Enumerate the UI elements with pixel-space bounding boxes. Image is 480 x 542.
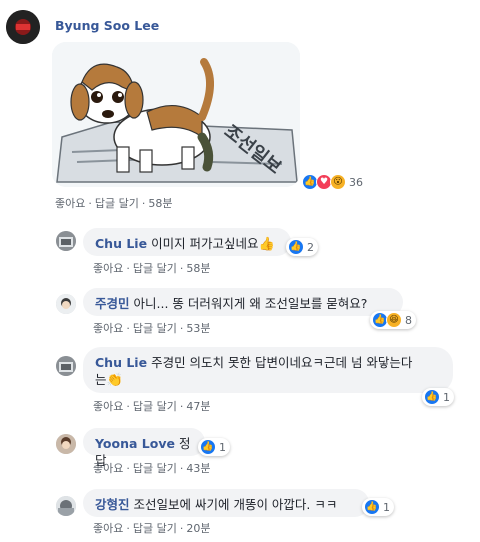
avatar-yoona-love[interactable] [56, 434, 76, 454]
like-icon: 👍 [364, 499, 380, 515]
reply-actions: 좋아요 · 답글 달기 · 53분 [93, 322, 211, 335]
reply-link[interactable]: 답글 달기 [133, 522, 177, 535]
reply-text: 주경민 의도치 못한 답변이네요ㅋ근데 넘 와닿는다 [151, 355, 413, 370]
avatar-chu-lie[interactable] [56, 231, 76, 251]
reply-author[interactable]: Chu Lie [95, 236, 147, 251]
like-link[interactable]: 좋아요 [93, 522, 123, 535]
reply-actions: 좋아요 · 답글 달기 · 20분 [93, 522, 211, 535]
like-link[interactable]: 좋아요 [55, 197, 85, 210]
like-link[interactable]: 좋아요 [93, 400, 123, 413]
reply-bubble: 강형진 조선일보에 싸기에 개똥이 아깝다. ㅋㅋ [83, 489, 369, 517]
reply-link[interactable]: 답글 달기 [133, 462, 177, 475]
reaction-count: 36 [349, 175, 363, 189]
reply-bubble: Chu Lie 주경민 의도치 못한 답변이네요ㅋ근데 넘 와닿는다는👏 [83, 347, 453, 393]
reply-bubble: 주경민 아니... 똥 더러워지게 왜 조선일보를 묻혀요? [83, 288, 403, 316]
avatar-byung-soo-lee[interactable] [6, 10, 40, 44]
reply-author[interactable]: 강형진 [95, 497, 130, 512]
reply-actions: 좋아요 · 답글 달기 · 43분 [93, 462, 211, 475]
post-author-name[interactable]: Byung Soo Lee [55, 18, 159, 33]
timestamp[interactable]: 58분 [148, 197, 172, 210]
reply-bubble: Chu Lie 이미지 퍼가고싶네요👍 [83, 228, 291, 256]
like-link[interactable]: 좋아요 [93, 262, 123, 275]
reply-reactions[interactable]: 👍 1 [362, 498, 394, 516]
reply-actions: 좋아요 · 답글 달기 · 58분 [93, 262, 211, 275]
wow-icon: 😮 [330, 174, 346, 190]
reply-link[interactable]: 답글 달기 [133, 262, 177, 275]
avatar-chu-lie[interactable] [56, 356, 76, 376]
like-link[interactable]: 좋아요 [93, 322, 123, 335]
post-image[interactable]: 조선일보 [52, 42, 300, 187]
avatar-joo-kyung-min[interactable] [56, 294, 76, 314]
reply-link[interactable]: 답글 달기 [133, 322, 177, 335]
reply-reactions[interactable]: 👍 2 [286, 238, 318, 256]
like-icon: 👍 [288, 239, 304, 255]
reply-author[interactable]: Chu Lie [95, 355, 147, 370]
timestamp[interactable]: 58분 [186, 262, 210, 275]
timestamp[interactable]: 20분 [186, 522, 210, 535]
reply-text-cont: 는 [95, 372, 107, 387]
reply-link[interactable]: 답글 달기 [95, 197, 139, 210]
haha-icon: 😆 [386, 312, 402, 328]
reply-reactions[interactable]: 👍 😆 8 [370, 311, 416, 329]
reply-text: 이미지 퍼가고싶네요 [151, 236, 259, 251]
like-icon: 👍 [200, 439, 216, 455]
avatar-kang-hyung-jin[interactable] [56, 496, 76, 516]
reply-text: 조선일보에 싸기에 개똥이 아깝다. ㅋㅋ [133, 497, 338, 512]
like-icon: 👍 [424, 389, 440, 405]
reply-link[interactable]: 답글 달기 [133, 400, 177, 413]
reply-actions: 좋아요 · 답글 달기 · 47분 [93, 400, 211, 413]
post-reactions[interactable]: 👍 ♥ 😮 36 [300, 172, 367, 192]
reply-reactions[interactable]: 👍 1 [198, 438, 230, 456]
post-actions: 좋아요 · 답글 달기 · 58분 [55, 197, 173, 210]
clap-emoji: 👏 [106, 373, 123, 388]
timestamp[interactable]: 53분 [186, 322, 210, 335]
reply-author[interactable]: Yoona Love [95, 436, 175, 451]
reply-bubble: Yoona Love 정답 [83, 428, 205, 468]
like-link[interactable]: 좋아요 [93, 462, 123, 475]
thumbs-up-emoji: 👍 [258, 237, 275, 252]
timestamp[interactable]: 47분 [186, 400, 210, 413]
reply-author[interactable]: 주경민 [95, 296, 130, 311]
reply-text: 아니... 똥 더러워지게 왜 조선일보를 묻혀요? [133, 296, 368, 311]
timestamp[interactable]: 43분 [186, 462, 210, 475]
reply-reactions[interactable]: 👍 1 [422, 388, 454, 406]
